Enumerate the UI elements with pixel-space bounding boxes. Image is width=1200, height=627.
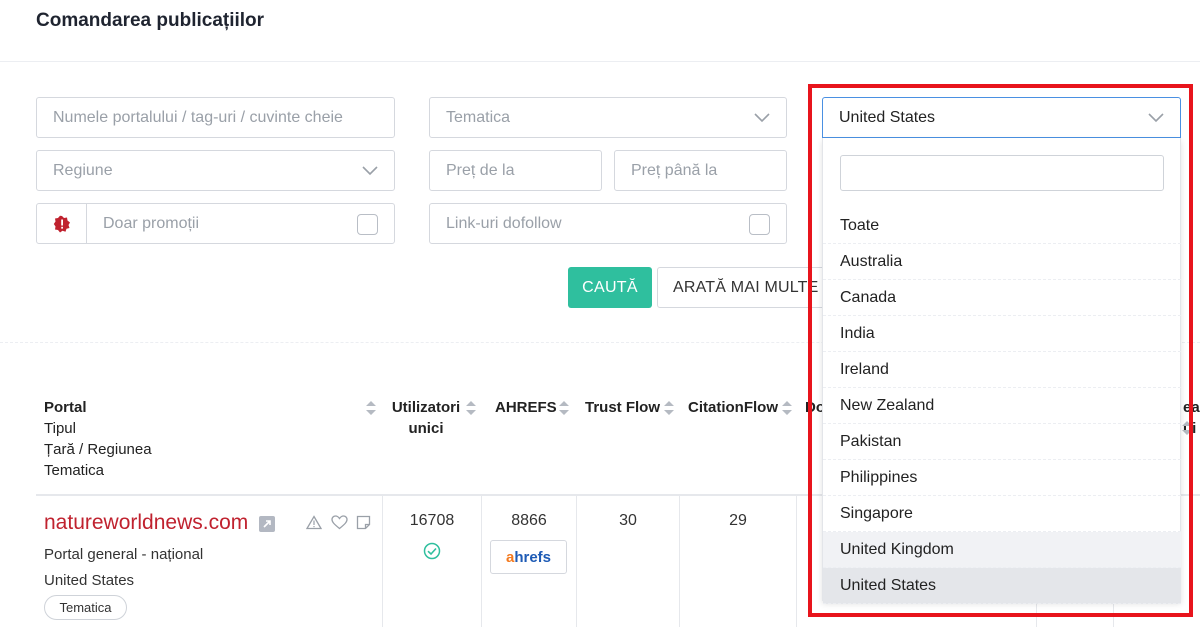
promo-filter[interactable]: Doar promoții xyxy=(86,203,395,244)
portal-header-label: Portal xyxy=(44,399,87,416)
unique-users-value: 16708 xyxy=(409,512,455,529)
chevron-down-icon xyxy=(1148,113,1164,123)
promo-badge-icon xyxy=(53,215,70,232)
users-header-label-1: Utilizatori xyxy=(391,399,461,416)
region-select[interactable]: Regiune xyxy=(36,150,395,191)
country-option[interactable]: Canada xyxy=(823,280,1181,316)
sort-icon[interactable] xyxy=(366,401,376,415)
verified-check-icon xyxy=(423,542,441,560)
country-option[interactable]: Toate xyxy=(823,208,1181,244)
country-search-input[interactable] xyxy=(840,155,1164,191)
topic-select-label: Tematica xyxy=(446,108,511,126)
portal-column-header[interactable]: Portal Tipul Țară / Regiunea Tematica xyxy=(44,397,152,481)
country-header-label: Țară / Regiunea xyxy=(44,441,152,458)
country-option-selected[interactable]: United States xyxy=(823,568,1181,604)
citation-flow-column-header[interactable]: CitationFlow xyxy=(688,397,778,418)
ahrefs-column-header[interactable]: AHREFS xyxy=(495,397,557,418)
external-link-icon[interactable] xyxy=(259,516,275,532)
topic-select[interactable]: Tematica xyxy=(429,97,787,138)
chevron-down-icon xyxy=(362,166,378,176)
site-type: Portal general - național xyxy=(44,546,204,563)
promo-filter-label: Doar promoții xyxy=(103,214,200,232)
sort-icon[interactable] xyxy=(466,401,476,415)
partial-right-header-1: ea xyxy=(1183,399,1200,416)
ahrefs-logo-a: a xyxy=(505,548,515,566)
country-option[interactable]: Australia xyxy=(823,244,1181,280)
users-column-header[interactable]: Utilizatori unici xyxy=(390,397,462,439)
country-option-hovered[interactable]: United Kingdom xyxy=(823,532,1181,568)
price-from-input-wrap[interactable] xyxy=(429,150,602,191)
dofollow-filter-label: Link-uri dofollow xyxy=(446,214,562,232)
dofollow-checkbox[interactable] xyxy=(749,214,770,235)
sort-icon[interactable] xyxy=(1182,421,1192,435)
country-option[interactable]: New Zealand xyxy=(823,388,1181,424)
page: Comandarea publicațiilor Tematica Regiun… xyxy=(0,0,1200,627)
price-from-input[interactable] xyxy=(446,151,601,190)
column-separator xyxy=(796,496,797,627)
promo-checkbox[interactable] xyxy=(357,214,378,235)
country-option[interactable]: Ireland xyxy=(823,352,1181,388)
country-option[interactable]: Pakistan xyxy=(823,424,1181,460)
sort-icon[interactable] xyxy=(559,401,569,415)
site-country: United States xyxy=(44,572,135,589)
country-options-list: Toate Australia Canada India Ireland New… xyxy=(823,208,1181,604)
country-select[interactable]: United States xyxy=(822,97,1181,138)
dofollow-filter[interactable]: Link-uri dofollow xyxy=(429,203,787,244)
price-to-input[interactable] xyxy=(631,151,786,190)
topic-tag[interactable]: Tematica xyxy=(44,595,127,620)
heart-icon[interactable] xyxy=(331,515,348,530)
topic-header-label: Tematica xyxy=(44,462,105,479)
country-select-value: United States xyxy=(839,108,936,126)
country-option[interactable]: Philippines xyxy=(823,460,1181,496)
page-header: Comandarea publicațiilor xyxy=(0,0,1200,62)
country-option[interactable]: Singapore xyxy=(823,496,1181,532)
ahrefs-logo-badge[interactable]: a hrefs xyxy=(490,540,567,574)
more-filters-button[interactable]: ARATĂ MAI MULTE F xyxy=(657,267,827,308)
promo-icon-box xyxy=(36,203,87,244)
type-header-label: Tipul xyxy=(44,420,76,437)
page-title: Comandarea publicațiilor xyxy=(36,10,265,31)
trust-flow-value: 30 xyxy=(619,512,637,529)
trust-flow-column-header[interactable]: Trust Flow xyxy=(585,397,660,418)
ahrefs-value: 8866 xyxy=(511,512,547,529)
users-header-label-2: unici xyxy=(408,420,444,437)
sort-icon[interactable] xyxy=(664,401,674,415)
country-option[interactable]: India xyxy=(823,316,1181,352)
sort-icon[interactable] xyxy=(782,401,792,415)
ahrefs-logo-text: hrefs xyxy=(514,548,552,566)
region-select-label: Regiune xyxy=(53,161,113,179)
citation-flow-value: 29 xyxy=(729,512,747,529)
price-to-input-wrap[interactable] xyxy=(614,150,787,191)
keywords-input-wrap[interactable] xyxy=(36,97,395,138)
search-button[interactable]: CAUTĂ xyxy=(568,267,652,308)
keywords-input[interactable] xyxy=(53,98,394,137)
note-icon[interactable] xyxy=(356,515,371,530)
chevron-down-icon xyxy=(754,113,770,123)
country-dropdown: Toate Australia Canada India Ireland New… xyxy=(822,138,1181,604)
warning-icon[interactable] xyxy=(306,515,322,530)
site-link[interactable]: natureworldnews.com xyxy=(44,511,248,535)
